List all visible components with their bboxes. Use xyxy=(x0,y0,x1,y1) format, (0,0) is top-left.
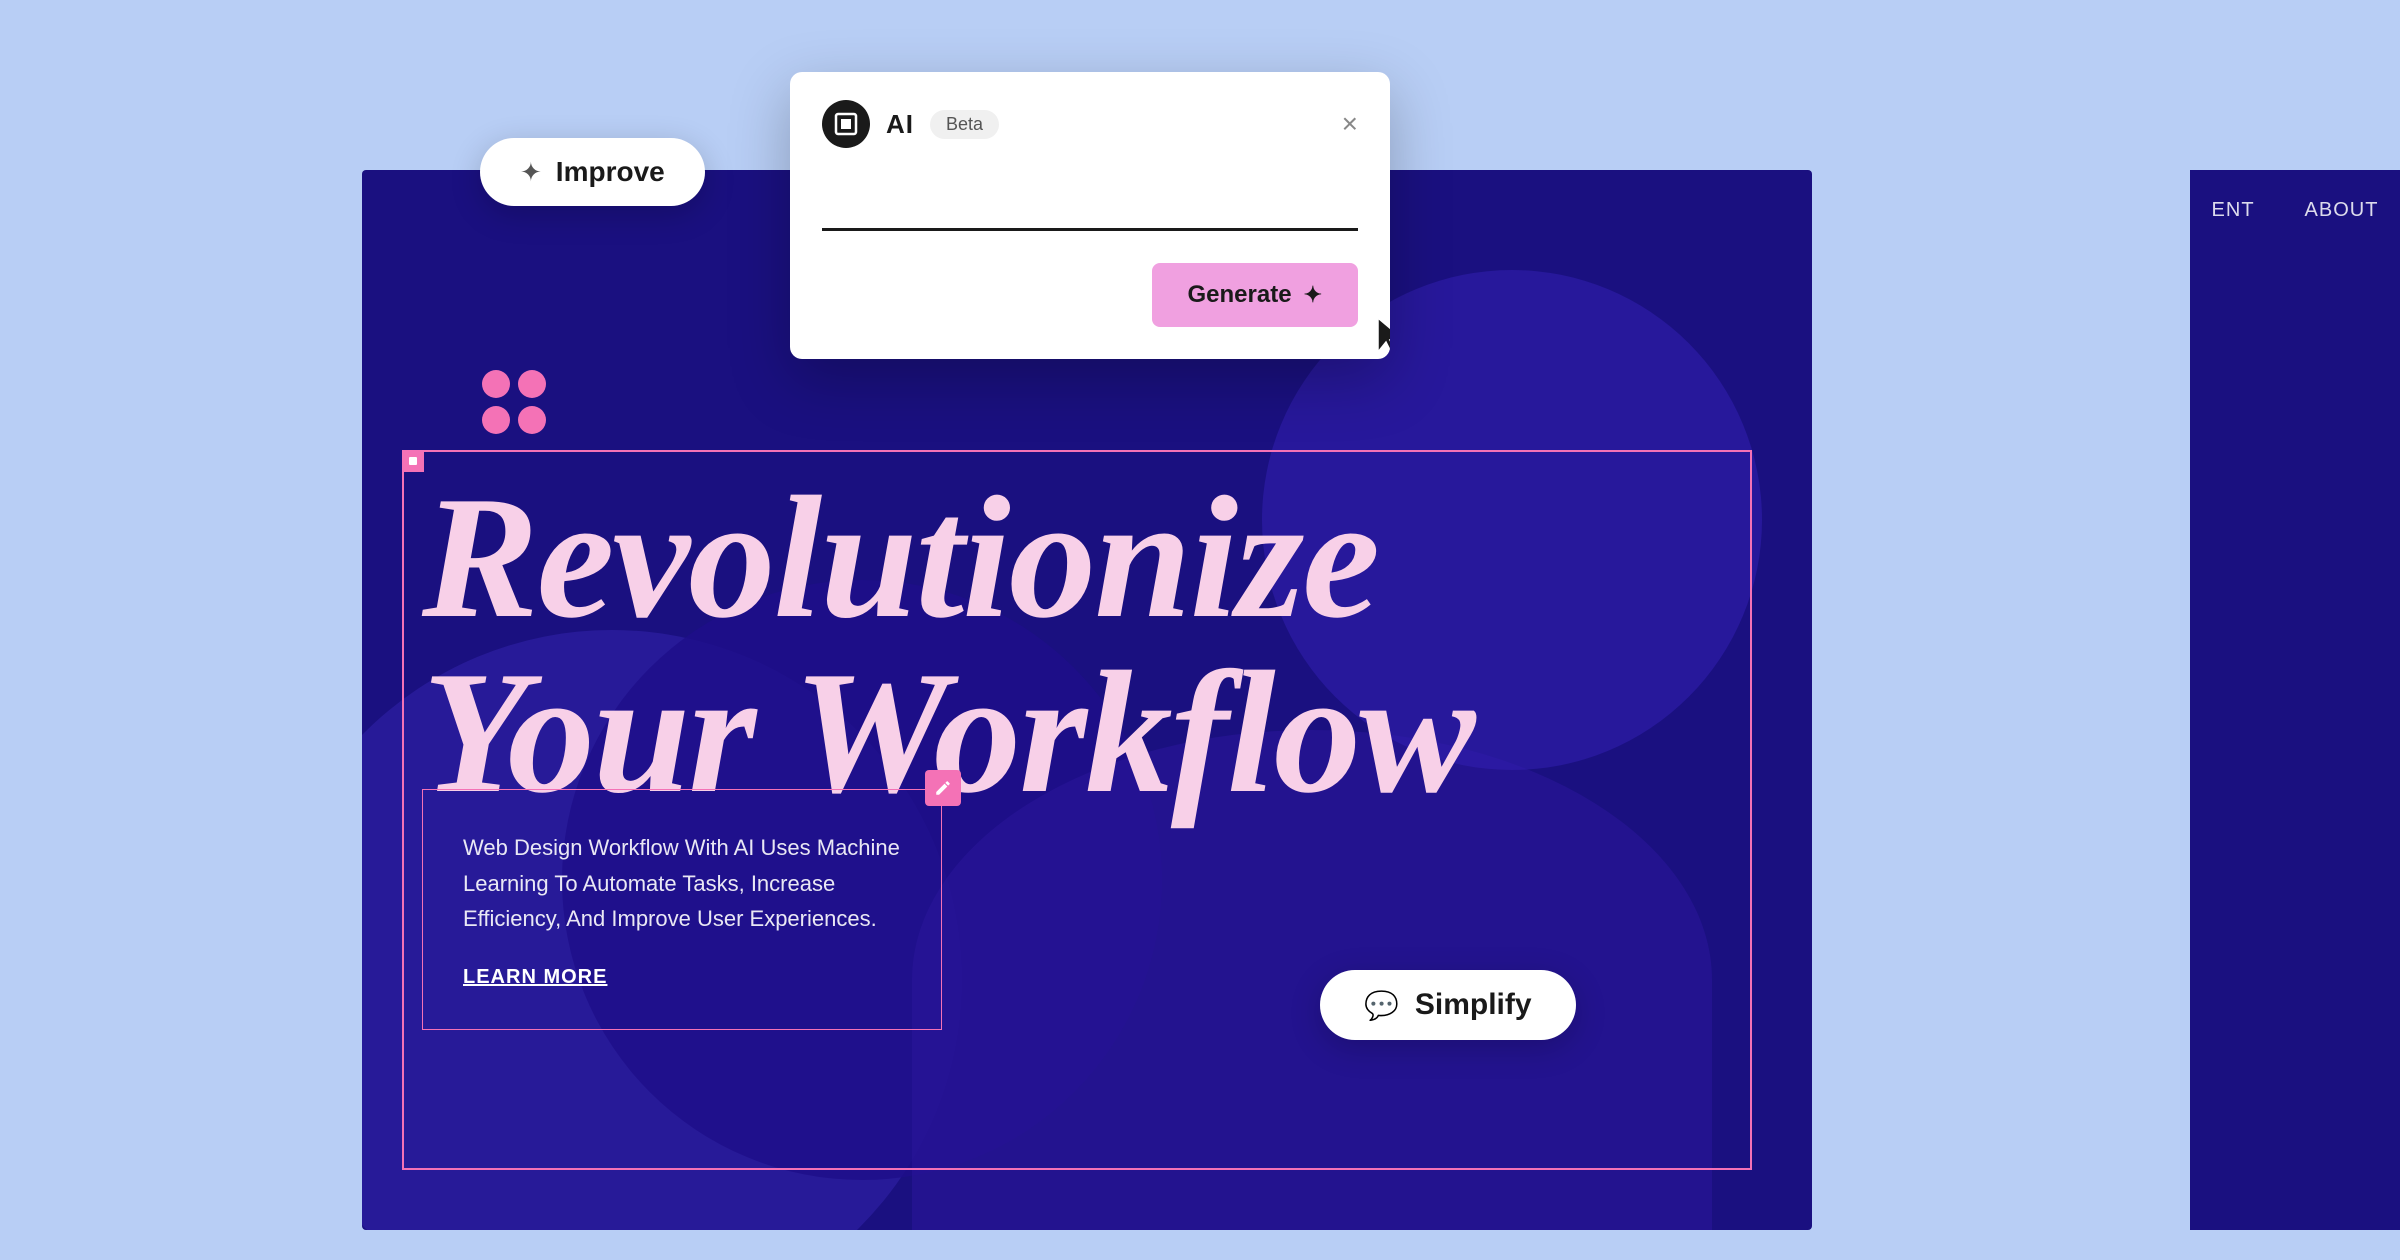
generate-button[interactable]: Generate ✦ xyxy=(1152,263,1359,327)
ai-text-input[interactable] xyxy=(822,178,1358,231)
simplify-pill[interactable]: 💬 Simplify xyxy=(1320,970,1576,1040)
elementor-logo xyxy=(822,100,870,148)
learn-more-link[interactable]: LEARN MORE xyxy=(463,966,607,989)
description-box: Web Design Workflow With AI Uses Machine… xyxy=(422,789,942,1030)
simplify-chat-icon: 💬 xyxy=(1364,989,1399,1022)
generate-sparkle-icon: ✦ xyxy=(1304,282,1322,308)
ai-panel: AI Beta × Generate ✦ xyxy=(790,72,1390,359)
generate-label: Generate xyxy=(1188,281,1292,309)
headline-line1: Revolutionize xyxy=(422,470,1474,645)
ai-input-area[interactable] xyxy=(790,168,1390,263)
flower-icon xyxy=(482,370,546,434)
close-button[interactable]: × xyxy=(1342,110,1358,138)
description-text: Web Design Workflow With AI Uses Machine… xyxy=(463,830,901,936)
nav-right: ENT ABOUT xyxy=(2190,170,2400,250)
ai-title: AI xyxy=(886,109,914,140)
improve-pill-label: Improve xyxy=(556,156,665,188)
ai-panel-header: AI Beta × xyxy=(790,72,1390,168)
nav-item-ent[interactable]: ENT xyxy=(2212,199,2255,222)
headline-container: Revolutionize Your Workflow xyxy=(422,470,1474,820)
selection-indicator xyxy=(402,450,424,472)
website-right-extension xyxy=(2190,170,2400,1230)
beta-badge: Beta xyxy=(930,110,999,139)
cursor-arrow xyxy=(1370,314,1390,359)
improve-pill[interactable]: ✦ Improve xyxy=(480,138,705,206)
generate-button-container: Generate ✦ xyxy=(790,263,1390,359)
improve-sparkle-icon: ✦ xyxy=(520,157,542,188)
simplify-pill-label: Simplify xyxy=(1415,988,1532,1022)
nav-item-about[interactable]: ABOUT xyxy=(2305,199,2379,222)
edit-indicator xyxy=(925,770,961,806)
